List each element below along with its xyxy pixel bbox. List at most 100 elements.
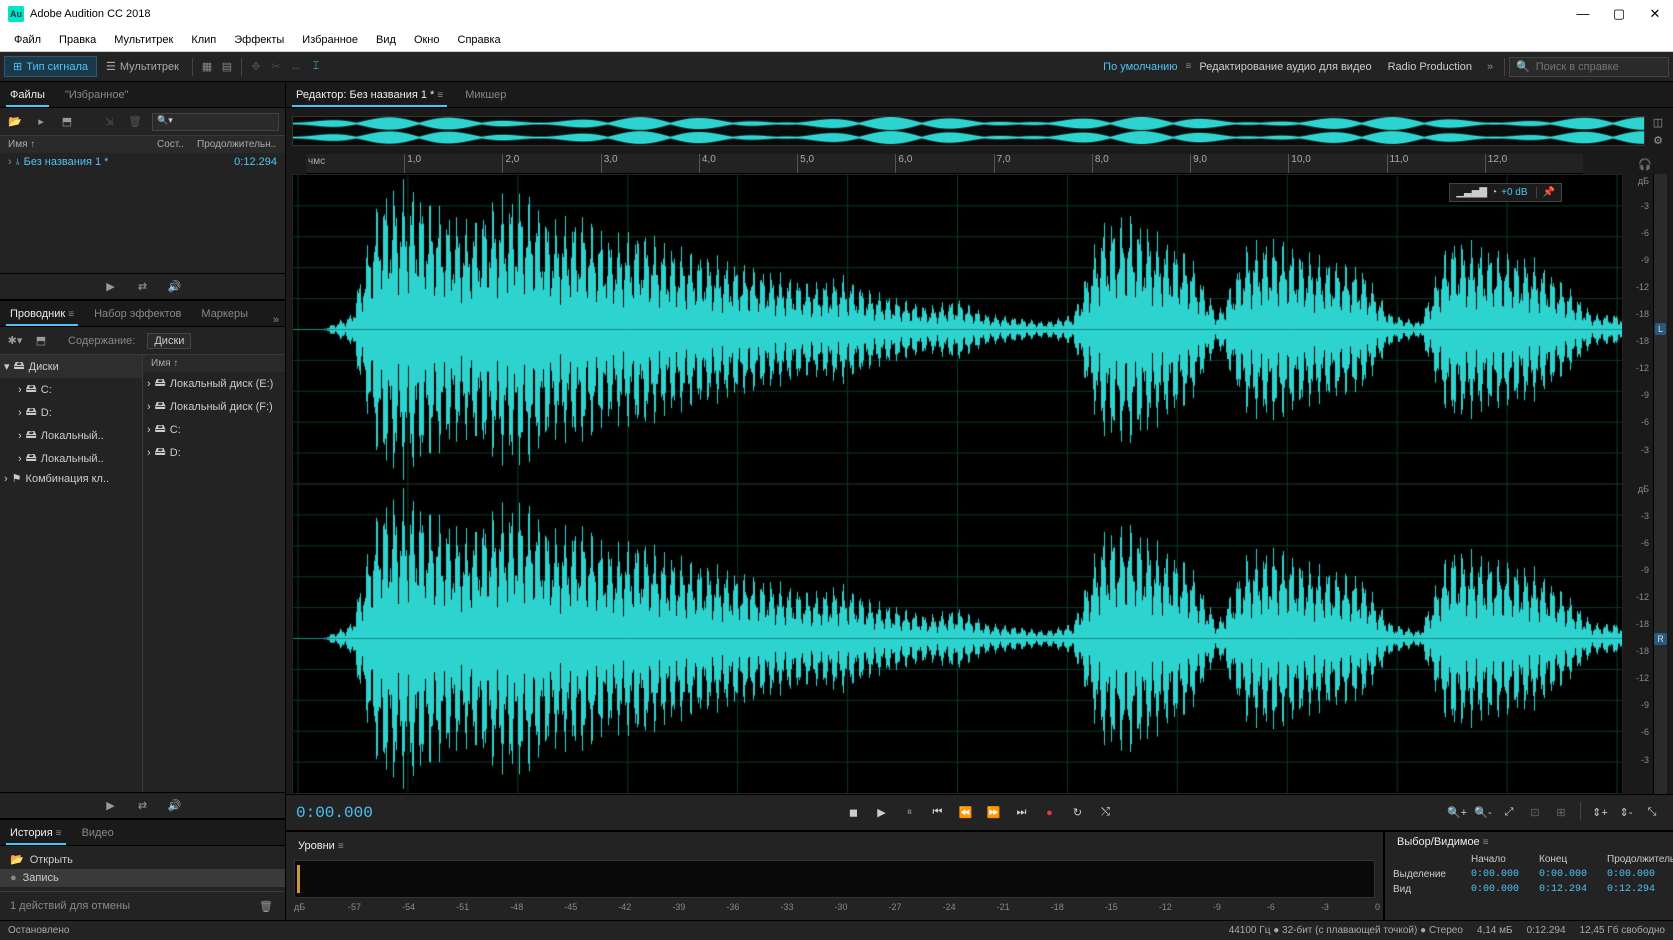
menu-effects[interactable]: Эффекты <box>226 32 292 48</box>
tree-item[interactable]: ›🖴C: <box>0 378 142 401</box>
skip-selection-button[interactable]: ⤭ <box>1095 802 1117 824</box>
go-start-button[interactable]: ⏮ <box>927 802 949 824</box>
tab-files[interactable]: Файлы <box>6 85 49 107</box>
help-search-input[interactable] <box>1536 61 1662 73</box>
workspace-radio[interactable]: Radio Production <box>1380 61 1480 73</box>
tab-history[interactable]: История ≡ <box>6 823 66 845</box>
time-select-icon[interactable]: ⌶ <box>306 58 326 76</box>
delete-icon[interactable]: 🗑 <box>126 114 144 130</box>
autoplay-icon[interactable]: 🔊 <box>166 798 184 814</box>
tab-editor[interactable]: Редактор: Без названия 1 * ≡ <box>292 85 447 107</box>
razor-tool-icon[interactable]: ✂ <box>266 58 286 76</box>
panel-more-icon[interactable]: » <box>273 314 279 326</box>
view-start[interactable]: 0:00.000 <box>1471 884 1531 895</box>
tree-item[interactable]: ›⚑Комбинация кл.. <box>0 470 142 487</box>
tree-item[interactable]: ›🖴Локальный диск (E:) <box>143 372 285 395</box>
menu-view[interactable]: Вид <box>368 32 404 48</box>
tree-item[interactable]: ›🖴C: <box>143 418 285 441</box>
zoom-in-point-icon[interactable]: ⊞ <box>1550 802 1572 824</box>
go-end-button[interactable]: ⏭ <box>1011 802 1033 824</box>
spectral-view-icon[interactable]: ▦ <box>197 58 217 76</box>
headphone-icon[interactable]: 🎧 <box>1638 158 1652 171</box>
content-dropdown[interactable]: Диски <box>147 333 191 349</box>
mode-multitrack-button[interactable]: ☰ Мультитрек <box>97 56 188 77</box>
waveform-display[interactable]: ▁▃▅▇ ◔ +0 dB 📌 <box>292 174 1623 794</box>
loop-icon[interactable]: ⇄ <box>134 798 152 814</box>
pin-icon[interactable]: 📌 <box>1536 187 1555 198</box>
sel-end[interactable]: 0:00.000 <box>1539 869 1599 880</box>
zoom-full-icon[interactable]: ⤢ <box>1498 802 1520 824</box>
help-search[interactable]: 🔍 <box>1509 57 1669 77</box>
tree-item[interactable]: ›🖴Локальный диск (F:) <box>143 395 285 418</box>
minimize-button[interactable]: — <box>1573 6 1593 22</box>
menu-window[interactable]: Окно <box>406 32 448 48</box>
sel-dur[interactable]: 0:00.000 <box>1607 869 1673 880</box>
maximize-button[interactable]: ▢ <box>1609 6 1629 22</box>
col-duration[interactable]: Продолжительн.. <box>197 139 277 150</box>
files-search[interactable]: 🔍▾ <box>152 113 279 131</box>
play-preview-icon[interactable]: ▶ <box>102 279 120 295</box>
time-ruler[interactable]: чмс 1,02,03,04,05,06,07,08,09,010,011,01… <box>306 154 1583 174</box>
close-button[interactable]: ✕ <box>1645 6 1665 22</box>
tree-item[interactable]: ›🖴D: <box>0 401 142 424</box>
shortcuts-icon[interactable]: ⬒ <box>32 333 50 349</box>
move-tool-icon[interactable]: ✥ <box>246 58 266 76</box>
view-dur[interactable]: 0:12.294 <box>1607 884 1673 895</box>
new-file-icon[interactable]: ▸ <box>32 114 50 130</box>
channel-right-badge[interactable]: R <box>1654 633 1667 645</box>
tab-explorer[interactable]: Проводник ≡ <box>6 304 78 326</box>
zoom-in-icon[interactable]: 🔍+ <box>1446 802 1468 824</box>
tree-item[interactable]: ›🖴D: <box>143 441 285 464</box>
workspace-default[interactable]: По умолчанию <box>1095 61 1185 73</box>
zoom-reset-amp-icon[interactable]: ⤡ <box>1641 802 1663 824</box>
menu-help[interactable]: Справка <box>450 32 509 48</box>
timecode[interactable]: 0:00.000 <box>296 804 373 822</box>
autoplay-icon[interactable]: 🔊 <box>166 279 184 295</box>
view-end[interactable]: 0:12.294 <box>1539 884 1599 895</box>
volume-hud[interactable]: ▁▃▅▇ ◔ +0 dB 📌 <box>1449 183 1562 202</box>
insert-icon[interactable]: ⇲ <box>100 114 118 130</box>
zoom-out-amp-icon[interactable]: ⇕- <box>1615 802 1637 824</box>
tab-selection[interactable]: Выбор/Видимое ≡ <box>1393 832 1493 852</box>
overview-waveform[interactable] <box>292 116 1645 146</box>
menu-multitrack[interactable]: Мультитрек <box>106 32 181 48</box>
tab-favorites[interactable]: "Избранное" <box>61 85 133 107</box>
slip-tool-icon[interactable]: ↔ <box>286 58 306 76</box>
pause-button[interactable]: ⏸ <box>899 802 921 824</box>
tab-mixer[interactable]: Микшер <box>461 85 510 107</box>
settings-icon[interactable]: ⚙ <box>1649 132 1667 148</box>
loop-icon[interactable]: ⇄ <box>134 279 152 295</box>
stop-button[interactable]: ◼ <box>843 802 865 824</box>
tree-disks[interactable]: ▾🖴Диски <box>0 355 142 378</box>
play-preview-icon[interactable]: ▶ <box>102 798 120 814</box>
import-icon[interactable]: ⬒ <box>58 114 76 130</box>
channel-left-badge[interactable]: L <box>1655 323 1666 335</box>
menu-file[interactable]: Файл <box>6 32 49 48</box>
open-file-icon[interactable]: 📂 <box>6 114 24 130</box>
col-state[interactable]: Сост.. <box>157 139 197 150</box>
sel-start[interactable]: 0:00.000 <box>1471 869 1531 880</box>
col-name[interactable]: Имя ↑ <box>8 139 157 150</box>
zoom-in-amp-icon[interactable]: ⇕+ <box>1589 802 1611 824</box>
tab-markers[interactable]: Маркеры <box>197 304 252 326</box>
rewind-button[interactable]: ⏪ <box>955 802 977 824</box>
tab-levels[interactable]: Уровни ≡ <box>294 836 348 856</box>
history-item[interactable]: ●Запись <box>0 869 285 887</box>
menu-edit[interactable]: Правка <box>51 32 104 48</box>
play-button[interactable]: ▶ <box>871 802 893 824</box>
file-row[interactable]: › ⫰ Без названия 1 * 0:12.294 <box>0 153 285 171</box>
tab-video[interactable]: Видео <box>78 823 118 845</box>
zoom-out-icon[interactable]: 🔍- <box>1472 802 1494 824</box>
col-name[interactable]: Имя ↑ <box>151 358 178 369</box>
menu-clip[interactable]: Клип <box>183 32 224 48</box>
trash-icon[interactable]: 🗑 <box>257 898 275 914</box>
workspace-more-icon[interactable]: » <box>1480 58 1500 76</box>
workspace-audio-video[interactable]: Редактирование аудио для видео <box>1191 61 1379 73</box>
vertical-zoom-icon[interactable]: ◫ <box>1649 114 1667 130</box>
zoom-sel-icon[interactable]: ⊡ <box>1524 802 1546 824</box>
loop-button[interactable]: ↻ <box>1067 802 1089 824</box>
record-button[interactable]: ● <box>1039 802 1061 824</box>
menu-favorites[interactable]: Избранное <box>294 32 366 48</box>
pitch-view-icon[interactable]: ▤ <box>217 58 237 76</box>
tab-effects-rack[interactable]: Набор эффектов <box>90 304 185 326</box>
